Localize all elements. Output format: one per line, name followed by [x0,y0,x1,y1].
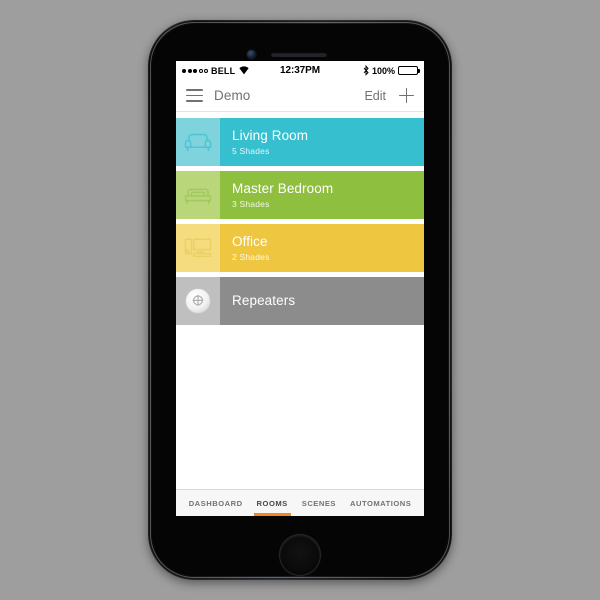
room-shade-count: 3 Shades [232,198,270,209]
room-name: Repeaters [232,293,296,309]
room-card-text: Living Room 5 Shades [220,118,424,166]
room-list: Living Room 5 Shades Master Bedroom 3 Shade… [176,112,424,325]
desktop-computer-icon [176,224,220,272]
tab-automations[interactable]: AUTOMATIONS [343,490,418,516]
tab-rooms[interactable]: ROOMS [250,490,295,516]
navigation-bar: Demo Edit [176,80,424,112]
phone-screen: BELL 12:37PM 100% Demo Edit Living Room … [176,61,424,516]
plus-icon[interactable] [399,88,414,103]
tab-label: DASHBOARD [188,498,243,508]
status-bar-right: 100% [363,65,421,76]
room-card[interactable]: Master Bedroom 3 Shades [176,171,424,219]
tab-dashboard[interactable]: DASHBOARD [182,490,250,516]
room-name: Master Bedroom [232,181,334,197]
armchair-icon [176,118,220,166]
room-shade-count: 2 Shades [232,251,270,262]
room-name: Living Room [232,128,309,144]
tab-label: SCENES [301,498,336,508]
room-card[interactable]: Repeaters [176,277,424,325]
navigation-bar-actions: Edit [364,88,414,103]
room-card-text: Master Bedroom 3 Shades [220,171,424,219]
home-button[interactable] [279,534,321,576]
room-card[interactable]: Office 2 Shades [176,224,424,272]
battery-icon [398,65,421,76]
tab-label: ROOMS [256,498,288,508]
status-bar: BELL 12:37PM 100% [176,61,424,80]
active-tab-indicator [253,513,291,516]
bed-icon [176,171,220,219]
repeater-puck-icon [176,277,220,325]
hamburger-menu-icon[interactable] [186,89,203,102]
front-camera-icon [247,50,256,59]
room-card-text: Office 2 Shades [220,224,424,272]
room-shade-count: 5 Shades [232,145,270,156]
earpiece-speaker [271,52,327,57]
battery-percent-label: 100% [371,65,395,76]
bluetooth-icon [363,65,369,76]
room-card[interactable]: Living Room 5 Shades [176,118,424,166]
room-name: Office [232,234,268,250]
edit-button[interactable]: Edit [364,89,386,103]
tab-bar: DASHBOARD ROOMS SCENES AUTOMATIONS [176,489,424,516]
room-card-text: Repeaters [220,277,424,325]
tab-label: AUTOMATIONS [349,498,412,508]
tab-scenes[interactable]: SCENES [295,490,343,516]
page-title: Demo [214,88,251,103]
